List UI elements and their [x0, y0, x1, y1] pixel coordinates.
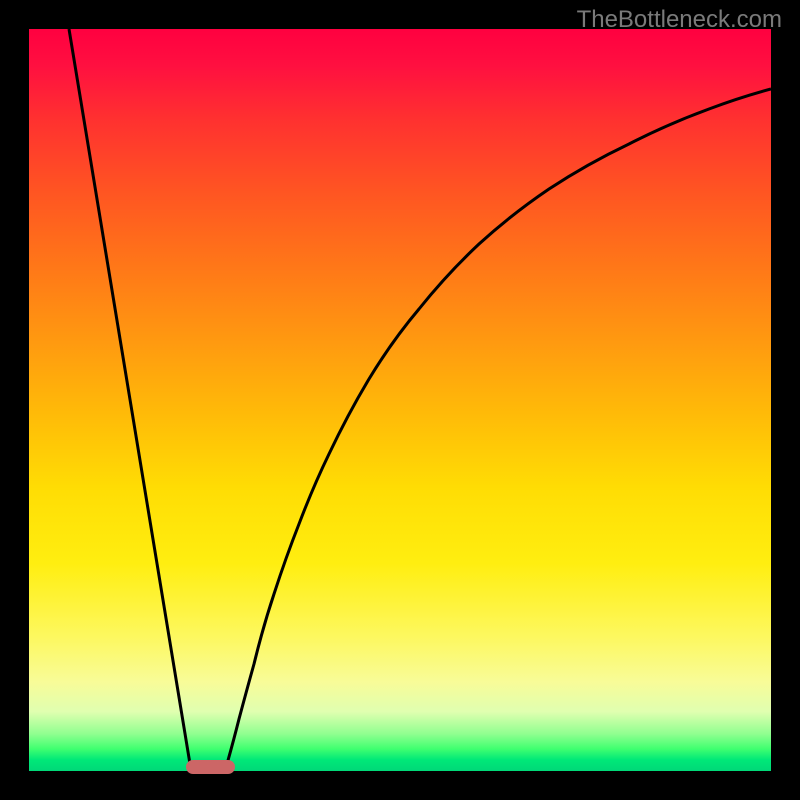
bottleneck-marker [186, 760, 235, 774]
plot-area [29, 29, 771, 771]
curve-layer [29, 29, 771, 771]
left-line-path [69, 29, 190, 764]
right-curve-path [227, 89, 771, 764]
chart-container: TheBottleneck.com [0, 0, 800, 800]
watermark-text: TheBottleneck.com [577, 6, 782, 34]
